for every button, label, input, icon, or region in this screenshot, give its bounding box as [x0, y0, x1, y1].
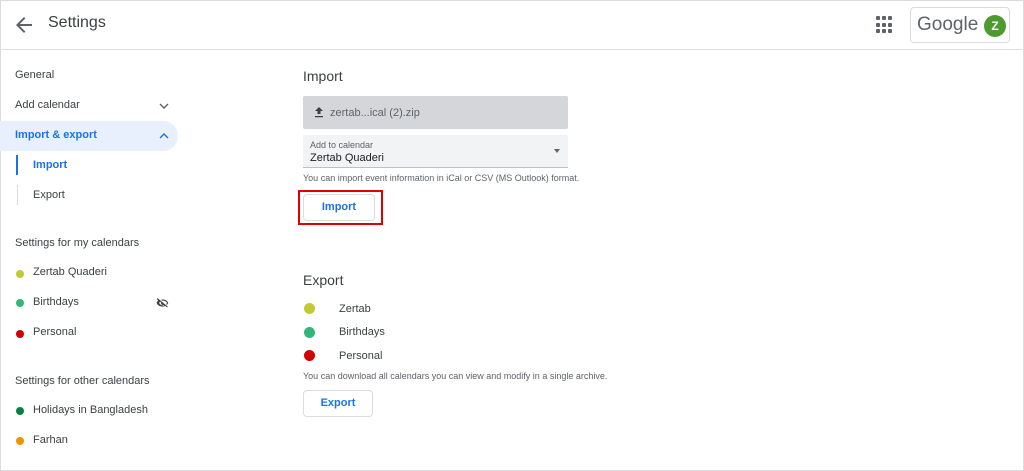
sidebar-item-import-export[interactable]: Import & export — [15, 129, 97, 141]
sidebar-calendar-zertab[interactable]: Zertab Quaderi — [33, 266, 107, 278]
export-heading: Export — [303, 272, 344, 288]
my-calendars-heading: Settings for my calendars — [15, 237, 140, 249]
sidebar-calendar-personal[interactable]: Personal — [33, 326, 76, 338]
account-button[interactable]: Google Z — [910, 7, 1010, 43]
dropdown-arrow-icon — [554, 149, 560, 153]
export-hint: You can download all calendars you can v… — [303, 371, 608, 381]
calendar-color-dot — [304, 350, 315, 361]
import-hint: You can import event information in iCal… — [303, 173, 580, 183]
other-calendars-heading: Settings for other calendars — [15, 375, 150, 387]
calendar-color-dot — [16, 330, 24, 338]
settings-sidebar: General Add calendar Import & export Imp… — [0, 51, 200, 471]
google-logo: Google — [917, 14, 979, 35]
calendar-color-dot — [16, 407, 24, 415]
import-button[interactable]: Import — [303, 194, 375, 221]
file-picker[interactable]: zertab...ical (2).zip — [303, 96, 568, 129]
add-to-calendar-select[interactable]: Add to calendar Zertab Quaderi — [303, 135, 568, 168]
calendar-color-dot — [16, 270, 24, 278]
calendar-color-dot — [16, 299, 24, 307]
export-calendar-zertab: Zertab — [339, 303, 371, 315]
active-indicator — [16, 155, 18, 175]
sub-divider — [17, 185, 18, 205]
calendar-color-dot — [16, 437, 24, 445]
calendar-color-dot — [304, 327, 315, 338]
avatar[interactable]: Z — [984, 15, 1006, 37]
file-name: zertab...ical (2).zip — [330, 107, 420, 119]
export-calendar-birthdays: Birthdays — [339, 326, 385, 338]
apps-grid-icon[interactable] — [876, 16, 894, 34]
sidebar-item-export[interactable]: Export — [33, 189, 65, 201]
select-value: Zertab Quaderi — [310, 152, 384, 164]
sidebar-calendar-farhan[interactable]: Farhan — [33, 434, 68, 446]
sidebar-calendar-holidays[interactable]: Holidays in Bangladesh — [33, 404, 148, 416]
sidebar-item-add-calendar[interactable]: Add calendar — [15, 99, 80, 111]
arrow-back-icon[interactable] — [12, 13, 36, 37]
upload-icon — [315, 107, 323, 118]
sidebar-item-general[interactable]: General — [15, 69, 54, 81]
import-heading: Import — [303, 68, 343, 84]
sidebar-item-import[interactable]: Import — [33, 159, 67, 171]
page-title: Settings — [48, 14, 106, 31]
top-bar: Settings Google Z — [0, 0, 1024, 50]
visibility-off-icon[interactable] — [156, 296, 170, 310]
chevron-up-icon[interactable] — [158, 130, 170, 142]
export-button[interactable]: Export — [303, 390, 373, 417]
export-calendar-personal: Personal — [339, 350, 383, 362]
select-label: Add to calendar — [310, 140, 374, 150]
chevron-down-icon[interactable] — [158, 100, 170, 112]
sidebar-calendar-birthdays[interactable]: Birthdays — [33, 296, 79, 308]
calendar-color-dot — [304, 303, 315, 314]
